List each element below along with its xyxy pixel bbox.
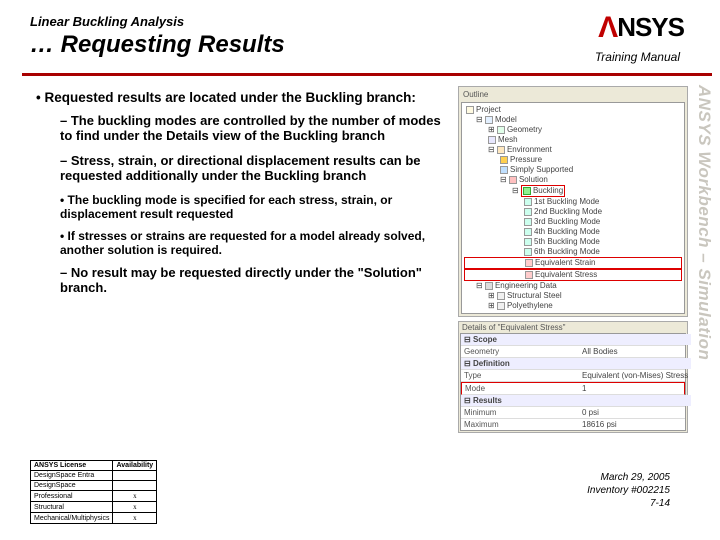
footer-inventory: Inventory #002215 [587,484,670,497]
tree-item-simply-supported[interactable]: Simply Supported [464,165,682,175]
tree-item-environment[interactable]: ⊟ Environment [464,145,682,155]
details-header-scope: ⊟ Scope [461,334,691,345]
sidebar-label: ANSYS Workbench – Simulation [694,85,714,360]
details-row[interactable]: TypeEquivalent (von-Mises) Stress [461,370,685,382]
ansys-logo: ΛNSYS [598,10,684,44]
bullet-level2: No result may be requested directly unde… [60,265,450,295]
bullet-level3: If stresses or strains are requested for… [60,229,450,257]
tree-item-material[interactable]: ⊞ Polyethylene [464,301,682,311]
details-row: Maximum18616 psi [461,419,685,430]
details-header-definition: ⊟ Definition [461,358,691,369]
footer-date: March 29, 2005 [587,471,670,484]
footer: March 29, 2005 Inventory #002215 7-14 [587,471,670,510]
tree-item-buckling-mode[interactable]: 4th Buckling Mode [464,227,682,237]
license-table: ANSYS LicenseAvailability DesignSpace En… [30,460,157,524]
tree-item-solution[interactable]: ⊟ Solution [464,175,682,185]
tree-item-buckling-mode[interactable]: 1st Buckling Mode [464,197,682,207]
tree-item-buckling-mode[interactable]: 3rd Buckling Mode [464,217,682,227]
training-manual-label: Training Manual [595,50,680,64]
details-header-results: ⊟ Results [461,395,691,406]
license-row: DesignSpace [31,481,113,491]
details-row[interactable]: GeometryAll Bodies [461,346,685,358]
pretitle: Linear Buckling Analysis [30,14,690,29]
tree-item-eq-strain[interactable]: Equivalent Strain [464,257,682,269]
details-row-mode[interactable]: Mode1 [461,382,685,395]
tree-item-project[interactable]: Project [464,105,682,115]
license-header: ANSYS License [31,461,113,471]
slide-title: … Requesting Results [30,31,285,59]
tree-item-model[interactable]: ⊟ Model [464,115,682,125]
tree-item-buckling-mode[interactable]: 2nd Buckling Mode [464,207,682,217]
footer-page: 7-14 [587,497,670,510]
tree-item-geometry[interactable]: ⊞ Geometry [464,125,682,135]
bullet-level1: Requested results are located under the … [36,90,450,105]
tree-item-material[interactable]: ⊞ Structural Steel [464,291,682,301]
tree-item-buckling-mode[interactable]: 6th Buckling Mode [464,247,682,257]
details-panel: Details of "Equivalent Stress" ⊟ Scope G… [458,321,688,433]
bullet-level2: The buckling modes are controlled by the… [60,113,450,143]
availability-header: Availability [113,461,157,471]
details-title: Details of "Equivalent Stress" [459,322,687,333]
license-row: Mechanical/Multiphysics [31,513,113,524]
license-row: Professional [31,491,113,502]
details-row: Minimum0 psi [461,407,685,419]
outline-panel: Outline Project ⊟ Model ⊞ Geometry Mesh … [458,86,688,317]
tree-item-pressure[interactable]: Pressure [464,155,682,165]
bullet-level2: Stress, strain, or directional displacem… [60,153,450,183]
tree-item-buckling-mode[interactable]: 5th Buckling Mode [464,237,682,247]
license-row: Structural [31,502,113,513]
license-row: DesignSpace Entra [31,471,113,481]
tree-item-eng-data[interactable]: ⊟ Engineering Data [464,281,682,291]
tree-item-mesh[interactable]: Mesh [464,135,682,145]
outline-title: Outline [461,89,685,101]
divider [22,73,712,76]
tree-item-eq-stress[interactable]: Equivalent Stress [464,269,682,281]
tree-item-buckling[interactable]: ⊟ Buckling [464,185,682,197]
bullet-level3: The buckling mode is specified for each … [60,193,450,221]
